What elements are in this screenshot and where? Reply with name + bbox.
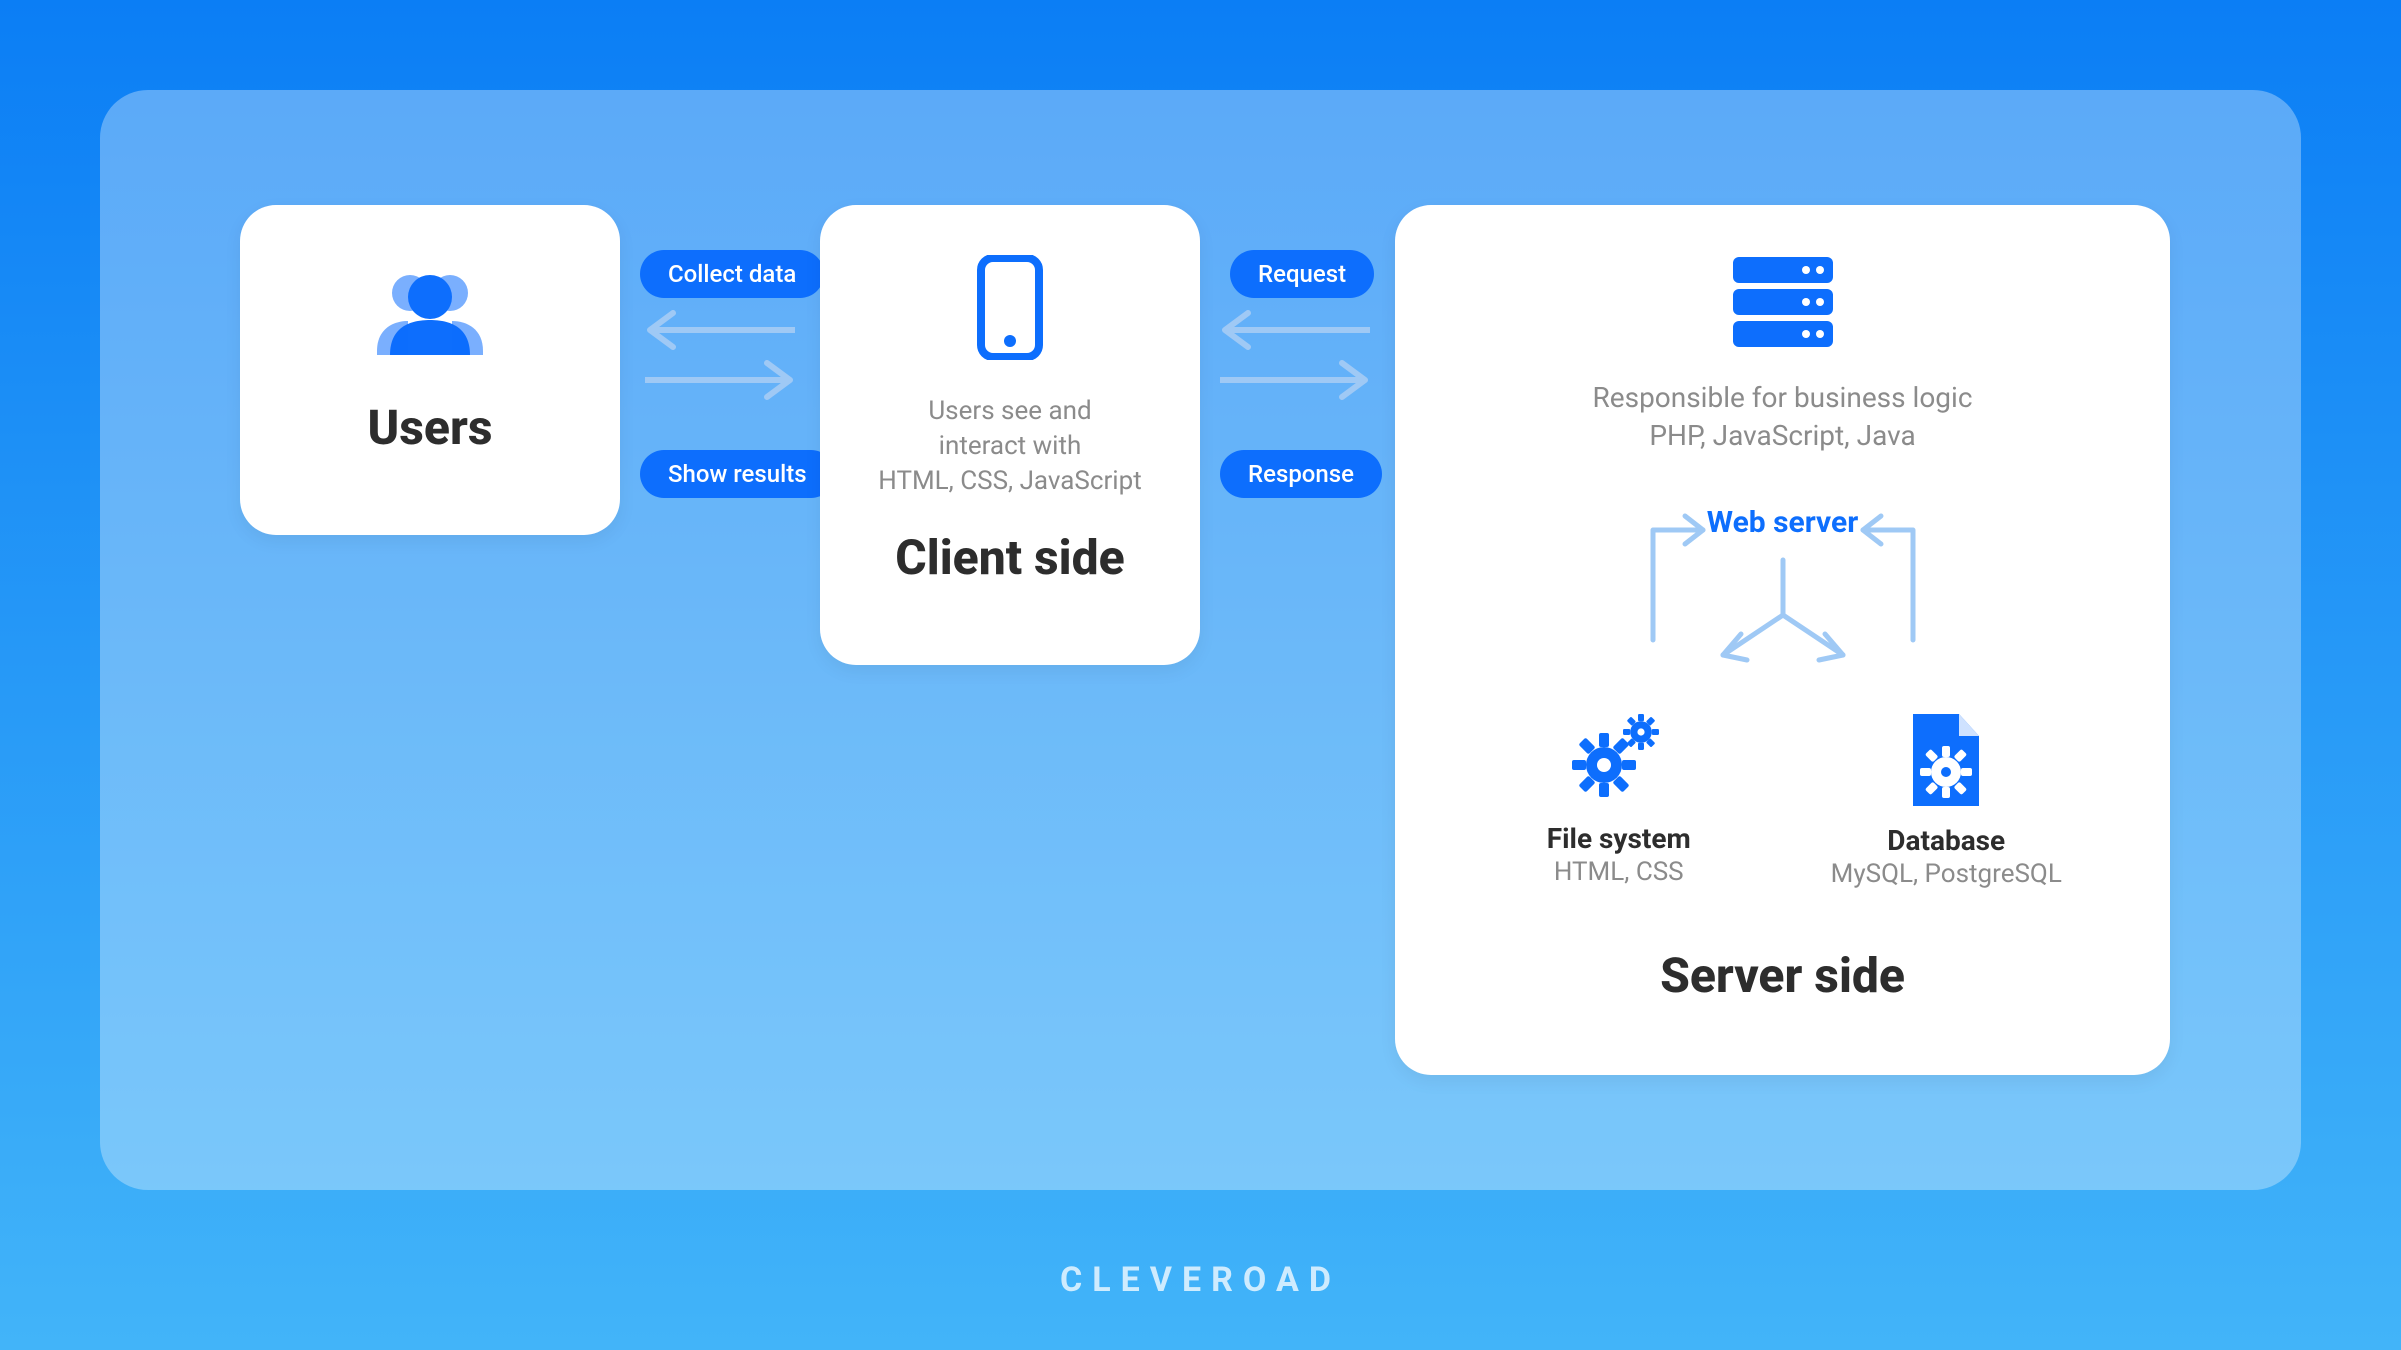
server-title: Server side <box>1395 947 2170 1004</box>
pill-show-results: Show results <box>640 450 835 498</box>
client-card: Users see and interact with HTML, CSS, J… <box>820 205 1200 665</box>
client-desc-1: Users see and <box>820 394 1200 429</box>
pill-collect-data: Collect data <box>640 250 824 298</box>
server-desc: Responsible for business logic <box>1395 379 2170 417</box>
filesystem-tech: HTML, CSS <box>1489 855 1749 890</box>
brand-label: CLEVEROAD <box>0 1260 2401 1300</box>
client-tech: HTML, CSS, JavaScript <box>820 464 1200 499</box>
users-icon <box>240 265 620 359</box>
server-card: Responsible for business logic PHP, Java… <box>1395 205 2170 1075</box>
server-subsystems: File system HTML, CSS <box>1395 710 2170 892</box>
database-title: Database <box>1816 824 2076 857</box>
database-block: Database MySQL, PostgreSQL <box>1816 710 2076 892</box>
diagram-panel: Users Collect data Show results Users se… <box>100 90 2301 1190</box>
pill-request: Request <box>1230 250 1374 298</box>
users-title: Users <box>240 399 620 456</box>
server-branch-arrows <box>1395 540 2170 710</box>
gears-icon <box>1489 710 1749 804</box>
smartphone-icon <box>820 255 1200 364</box>
arrows-users-client <box>645 310 795 400</box>
arrows-client-server <box>1220 310 1370 400</box>
database-tech: MySQL, PostgreSQL <box>1816 857 2076 892</box>
server-tech: PHP, JavaScript, Java <box>1395 417 2170 455</box>
filesystem-title: File system <box>1489 822 1749 855</box>
client-title: Client side <box>820 529 1200 586</box>
client-desc-2: interact with <box>820 429 1200 464</box>
users-card: Users <box>240 205 620 535</box>
server-icon <box>1395 255 2170 354</box>
file-gear-icon <box>1816 710 2076 814</box>
pill-response: Response <box>1220 450 1382 498</box>
filesystem-block: File system HTML, CSS <box>1489 710 1749 892</box>
